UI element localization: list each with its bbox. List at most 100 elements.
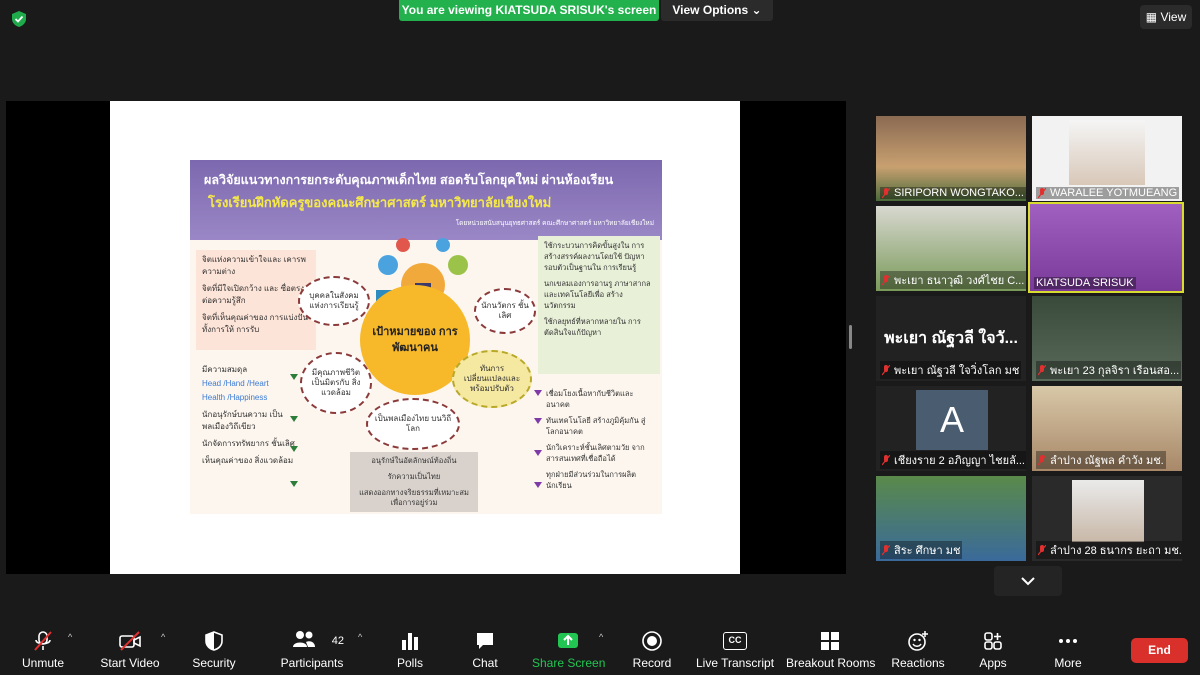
meeting-toolbar: Unmute ^ Start Video ^ Security 42 Parti… <box>0 622 1200 675</box>
participants-icon <box>292 631 315 647</box>
shield-icon[interactable] <box>10 10 28 28</box>
participant-name-text: สิระ ศึกษา มช <box>894 545 961 557</box>
participant-tile[interactable]: สิระ ศึกษา มช <box>876 476 1026 561</box>
right-top-item: ใช้กระบวนการคิดขั้นสูงใน การสร้างสรรค์ผล… <box>544 241 645 272</box>
mic-muted-icon <box>1037 187 1047 199</box>
chat-button[interactable]: Chat <box>466 630 504 670</box>
view-button-label: View <box>1160 10 1187 24</box>
left-top-item: จิตที่เห็นคุณค่าของ การแบ่งปันทั้งการให้… <box>202 313 308 334</box>
end-meeting-button[interactable]: End <box>1131 638 1188 663</box>
participant-name-text: เชียงราย 2 อภิญญา ไชยลั... <box>894 455 1025 467</box>
triangle-marker-icon <box>290 481 298 487</box>
apps-icon <box>984 632 1002 650</box>
reactions-label: Reactions <box>891 656 945 670</box>
more-label: More <box>1054 656 1082 670</box>
triangle-marker-icon <box>290 446 298 452</box>
bottom-item: อนุรักษ์ในอัตลักษณ์ท้องถิ่น <box>371 456 457 465</box>
participant-name: WARALEE YOTMUEANG <box>1036 187 1180 199</box>
participant-name: พะเยา 23 กุลจิรา เรือนสอ... <box>1036 361 1182 379</box>
participant-name: พะเยา ธนาวุฒิ วงศ์ไชย C... <box>880 271 1026 289</box>
triangle-marker-icon <box>290 416 298 422</box>
hhhh-line-2: Health /Happiness <box>202 393 268 402</box>
live-transcript-button[interactable]: CC Live Transcript <box>696 630 774 670</box>
more-dots-icon <box>1059 639 1077 643</box>
mic-muted-icon <box>881 364 891 376</box>
share-screen-label: Share Screen <box>532 656 606 670</box>
participant-name: เชียงราย 2 อภิญญา ไชยลั... <box>880 451 1026 469</box>
participant-tile-active[interactable]: KIATSUDA SRISUK <box>1028 202 1184 293</box>
participant-tile[interactable]: พะเยา ธนาวุฒิ วงศ์ไชย C... <box>876 206 1026 291</box>
apps-label: Apps <box>979 656 1007 670</box>
participants-icon-row: 42 <box>280 630 344 652</box>
participant-name-text: SIRIPORN WONGTAKO... <box>894 187 1024 199</box>
left-top-item: จิตที่มีใจเปิดกว้าง และ ซื่อตรงต่อความรู… <box>202 284 305 305</box>
participant-gallery: SIRIPORN WONGTAKO... WARALEE YOTMUEANG พ… <box>872 113 1188 563</box>
bottom-item: รักความเป็นไทย <box>387 472 441 481</box>
unmute-label: Unmute <box>21 656 65 670</box>
reactions-button[interactable]: Reactions <box>890 630 946 670</box>
share-options-caret[interactable]: ^ <box>599 632 603 642</box>
view-button[interactable]: ▦ View <box>1140 5 1192 29</box>
left-mid-item: นักจัดการทรัพยากร ชั้นเลิศ <box>202 439 295 448</box>
triangle-marker-icon <box>290 374 298 380</box>
gallery-scroll-button[interactable] <box>994 566 1062 596</box>
unmute-button[interactable]: Unmute <box>16 630 70 670</box>
bubble-global-citizen: เป็นพลเมืองไทย บนวิถีโลก <box>366 398 460 450</box>
breakout-rooms-button[interactable]: Breakout Rooms <box>786 630 876 670</box>
participant-tile[interactable]: ลำปาง 28 ธนากร ยะถา มช. <box>1032 476 1182 561</box>
breakout-rooms-icon <box>821 632 839 650</box>
participant-name: SIRIPORN WONGTAKO... <box>880 187 1026 199</box>
polls-button[interactable]: Polls <box>392 630 428 670</box>
record-button[interactable]: Record <box>630 630 674 670</box>
right-bottom-item: เชื่อมโยงเนื้อหากับชีวิตและ อนาคต <box>546 389 634 409</box>
right-top-panel: ใช้กระบวนการคิดขั้นสูงใน การสร้างสรรค์ผล… <box>538 236 660 374</box>
split-handle[interactable] <box>849 325 852 349</box>
view-options-label: View Options <box>672 3 749 17</box>
participant-tile[interactable]: พะเยา ณัฐวลี ใจวั... พะเยา ณัฐวลี ใจวิ่ง… <box>876 296 1026 381</box>
share-screen-button[interactable]: Share Screen <box>532 630 606 670</box>
right-bottom-panel: เชื่อมโยงเนื้อหากับชีวิตและ อนาคต ทันเทค… <box>540 384 660 512</box>
left-top-item: จิตแห่งความเข้าใจและ เคารพความต่าง <box>202 255 306 276</box>
left-mid-panel: มีความสมดุล Head /Hand /Heart Health /Ha… <box>196 360 306 510</box>
participant-tile[interactable]: พะเยา 23 กุลจิรา เรือนสอ... <box>1032 296 1182 381</box>
bubble-learning-society: บุคคลในสังคม แห่งการเรียนรู้ <box>298 276 370 326</box>
participant-name-text: WARALEE YOTMUEANG <box>1050 187 1178 199</box>
slide-subtitle: โรงเรียนฝึกหัดครูของคณะศึกษาศาสตร์ มหาวิ… <box>208 195 552 210</box>
right-bottom-item: ทุกฝ่ายมีส่วนร่วมในการผลิต นักเรียน <box>546 470 636 490</box>
participant-tile[interactable]: ลำปาง ณัฐพล คำวัง มช. <box>1032 386 1182 471</box>
participant-name-text: พะเยา ธนาวุฒิ วงศ์ไชย C... <box>894 275 1025 287</box>
audio-options-caret[interactable]: ^ <box>68 632 72 642</box>
participant-name: ลำปาง ณัฐพล คำวัง มช. <box>1036 451 1166 469</box>
participant-name: KIATSUDA SRISUK <box>1034 277 1136 289</box>
share-screen-icon <box>558 633 578 648</box>
participant-photo <box>1069 120 1145 185</box>
record-icon <box>642 631 662 651</box>
right-bottom-item: นักวิเคราะห์ชั้นเลิศตามวัย จากสารสนเทศที… <box>546 443 645 463</box>
participants-options-caret[interactable]: ^ <box>358 632 362 642</box>
start-video-button[interactable]: Start Video <box>98 630 162 670</box>
view-options-button[interactable]: View Options ⌄ <box>661 0 773 21</box>
slide-title: ผลวิจัยแนวทางการยกระดับคุณภาพเด็กไทย สอด… <box>204 173 614 187</box>
participant-name-text: ลำปาง 28 ธนากร ยะถา มช. <box>1050 545 1182 557</box>
polls-icon <box>402 633 418 650</box>
participants-button[interactable]: 42 Participants <box>280 630 344 670</box>
breakout-rooms-label: Breakout Rooms <box>786 656 876 670</box>
participant-tile[interactable]: WARALEE YOTMUEANG <box>1032 116 1182 201</box>
bottom-item: แสดงออกทางจริยธรรมที่เหมาะสมเพื่อการอยู่… <box>359 488 469 507</box>
participant-name-text: ลำปาง ณัฐพล คำวัง มช. <box>1050 455 1164 467</box>
participant-tile[interactable]: SIRIPORN WONGTAKO... <box>876 116 1026 201</box>
security-button[interactable]: Security <box>190 630 238 670</box>
participant-name-text: พะเยา 23 กุลจิรา เรือนสอ... <box>1050 365 1180 377</box>
mic-muted-icon <box>881 187 891 199</box>
right-top-item: นกเขลมเองการอานรู ภาษาสากล และเทคโนโลยีเ… <box>544 279 651 310</box>
left-mid-item: เห็นคุณค่าของ สิ่งแวดล้อม <box>202 456 294 465</box>
participant-name: พะเยา ณัฐวลี ใจวิ่งโลก มช <box>880 361 1022 379</box>
video-options-caret[interactable]: ^ <box>161 632 165 642</box>
bottom-box: อนุรักษ์ในอัตลักษณ์ท้องถิ่น รักความเป็นไ… <box>350 452 478 512</box>
participant-tile[interactable]: A เชียงราย 2 อภิญญา ไชยลั... <box>876 386 1026 471</box>
reactions-smiley-icon <box>908 631 928 651</box>
chevron-down-icon <box>1021 577 1035 586</box>
more-button[interactable]: More <box>1050 630 1086 670</box>
triangle-marker-icon <box>534 482 542 488</box>
apps-button[interactable]: Apps <box>976 630 1010 670</box>
